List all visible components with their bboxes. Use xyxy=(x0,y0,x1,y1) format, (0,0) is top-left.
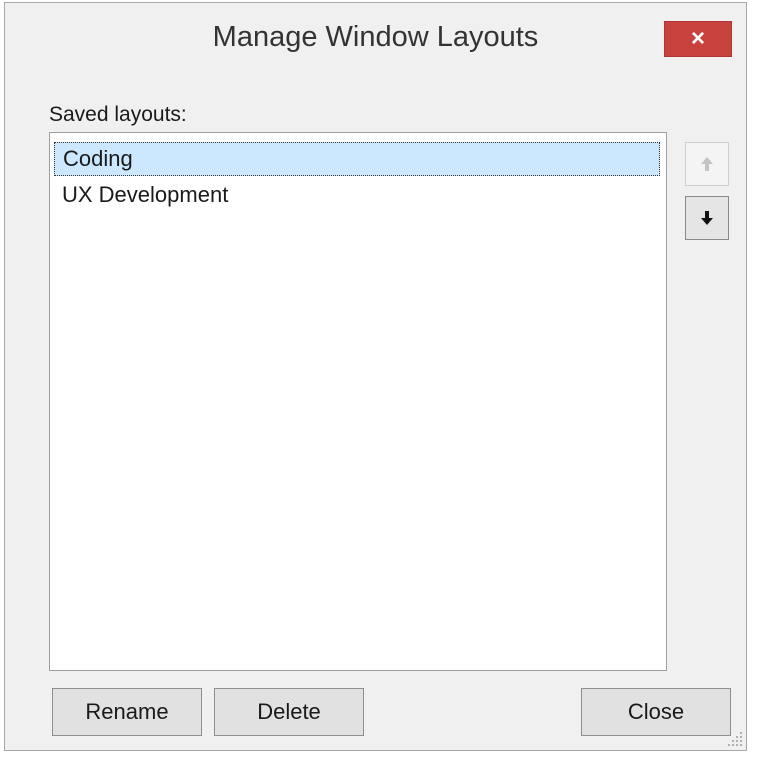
move-up-button[interactable] xyxy=(685,142,729,186)
list-item-ux-development[interactable]: UX Development xyxy=(54,179,660,213)
close-button[interactable]: Close xyxy=(581,688,731,736)
dialog-title: Manage Window Layouts xyxy=(212,21,539,53)
resize-grip[interactable] xyxy=(728,732,742,746)
arrow-up-icon xyxy=(701,157,713,171)
delete-button[interactable]: Delete xyxy=(214,688,364,736)
list-item-coding[interactable]: Coding xyxy=(54,142,660,176)
saved-layouts-label: Saved layouts: xyxy=(49,103,187,126)
title-bar[interactable]: Manage Window Layouts × xyxy=(5,3,746,81)
move-down-button[interactable] xyxy=(685,196,729,240)
arrow-down-icon xyxy=(701,211,713,225)
manage-window-layouts-dialog: Manage Window Layouts × Saved layouts: C… xyxy=(4,2,747,751)
close-icon: × xyxy=(690,25,705,52)
saved-layouts-list[interactable]: Coding UX Development xyxy=(49,132,667,671)
title-close-button[interactable]: × xyxy=(664,21,732,57)
rename-button[interactable]: Rename xyxy=(52,688,202,736)
